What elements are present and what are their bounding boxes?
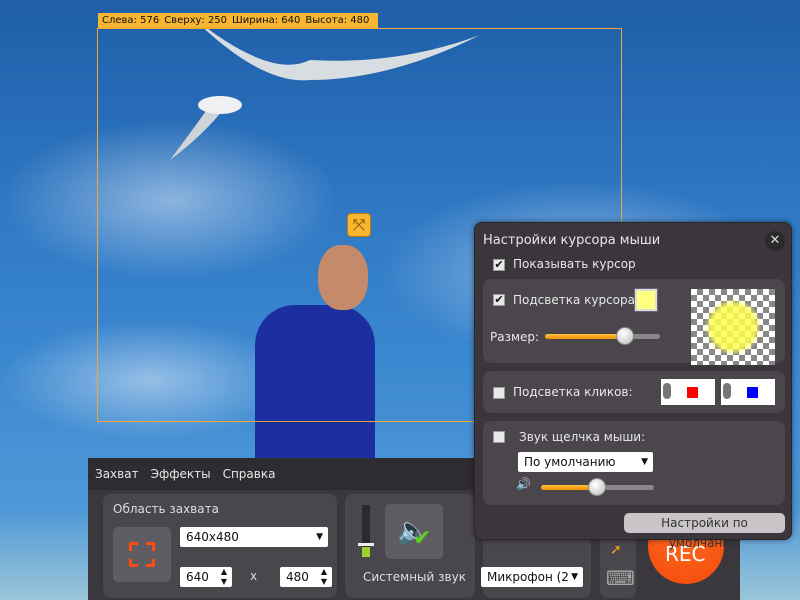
restore-defaults-button[interactable]: Настройки по умолчанию xyxy=(624,513,785,550)
stepper-arrows-icon: ▲ ▼ xyxy=(320,567,327,586)
check-icon: ✔ xyxy=(413,526,432,551)
dialog-title: Настройки курсора мыши xyxy=(483,233,661,248)
right-click-color-swatch xyxy=(747,387,758,398)
cursor-icon[interactable]: ➚ xyxy=(610,542,622,558)
close-icon[interactable]: ✕ xyxy=(765,231,785,251)
capture-coordinates-label: Слева: 576 Сверху: 250 Ширина: 640 Высота: … xyxy=(98,13,379,28)
left-click-color[interactable] xyxy=(661,379,715,405)
system-sound-panel: 🔈 ✔ Системный звук xyxy=(345,494,475,598)
width-value: Ширина: 640 xyxy=(232,15,301,26)
menu-help[interactable]: Справка xyxy=(223,467,276,481)
top-value: Сверху: 250 xyxy=(164,15,228,26)
click-sound-checkbox[interactable] xyxy=(493,431,505,443)
show-cursor-checkbox[interactable]: ✔ xyxy=(493,259,505,271)
system-sound-label: Системный звук xyxy=(363,570,466,584)
click-sound-select[interactable]: По умолчанию ▼ xyxy=(518,452,653,472)
chevron-down-icon: ▼ xyxy=(641,457,648,467)
volume-icon: 🔊 xyxy=(516,477,531,491)
cursor-settings-dialog: Настройки курсора мыши ✕ ✔ Показывать ку… xyxy=(474,222,792,550)
click-highlight-checkbox[interactable] xyxy=(493,387,505,399)
capture-area-title: Область захвата xyxy=(113,502,219,516)
click-volume-slider[interactable] xyxy=(541,478,654,496)
menu-capture[interactable]: Захват xyxy=(95,467,139,481)
microphone-select[interactable]: Микрофон (2 ▼ xyxy=(481,567,583,587)
area-select-icon xyxy=(128,541,156,569)
mouse-left-icon xyxy=(663,383,671,399)
select-area-button[interactable] xyxy=(113,527,171,582)
size-label: Размер: xyxy=(490,330,540,344)
cursor-highlight-label: Подсветка курсора: xyxy=(513,293,640,307)
menu-effects[interactable]: Эффекты xyxy=(151,467,211,481)
click-highlight-label: Подсветка кликов: xyxy=(513,385,633,399)
left-value: Слева: 576 xyxy=(102,15,160,26)
keyboard-icon[interactable]: ⌨ xyxy=(606,566,635,590)
stepper-arrows-icon: ▲ ▼ xyxy=(220,567,227,586)
highlight-color-swatch[interactable] xyxy=(634,288,658,312)
highlight-preview xyxy=(691,289,775,365)
system-volume-slider[interactable] xyxy=(358,505,374,557)
click-sound-section: Звук щелчка мыши: По умолчанию ▼ 🔊 xyxy=(483,421,785,505)
show-cursor-label: Показывать курсор xyxy=(513,257,636,271)
size-slider[interactable] xyxy=(545,327,660,345)
width-stepper[interactable]: 640 ▲ ▼ xyxy=(180,567,232,587)
click-sound-label: Звук щелчка мыши: xyxy=(519,430,646,444)
capture-preset-select[interactable]: 640x480 ▼ xyxy=(180,527,328,547)
height-value: Высота: 480 xyxy=(305,15,370,26)
cursor-highlight-checkbox[interactable]: ✔ xyxy=(493,294,505,306)
system-sound-toggle[interactable]: 🔈 ✔ xyxy=(385,504,443,559)
cursor-highlight-section: ✔ Подсветка курсора: Размер: xyxy=(483,279,785,365)
right-click-color[interactable] xyxy=(721,379,775,405)
chevron-down-icon: ▼ xyxy=(316,532,323,542)
click-highlight-section: Подсветка кликов: xyxy=(483,371,785,413)
left-click-color-swatch xyxy=(687,387,698,398)
capture-area-panel: Область захвата 640x480 ▼ 640 ▲ ▼ x 480 ▲ ▼ xyxy=(103,494,337,598)
mouse-right-icon xyxy=(723,383,731,399)
height-stepper[interactable]: 480 ▲ ▼ xyxy=(280,567,332,587)
move-handle-icon[interactable]: ⤧ xyxy=(347,213,371,237)
times-label: x xyxy=(250,569,258,583)
chevron-down-icon: ▼ xyxy=(569,567,578,587)
